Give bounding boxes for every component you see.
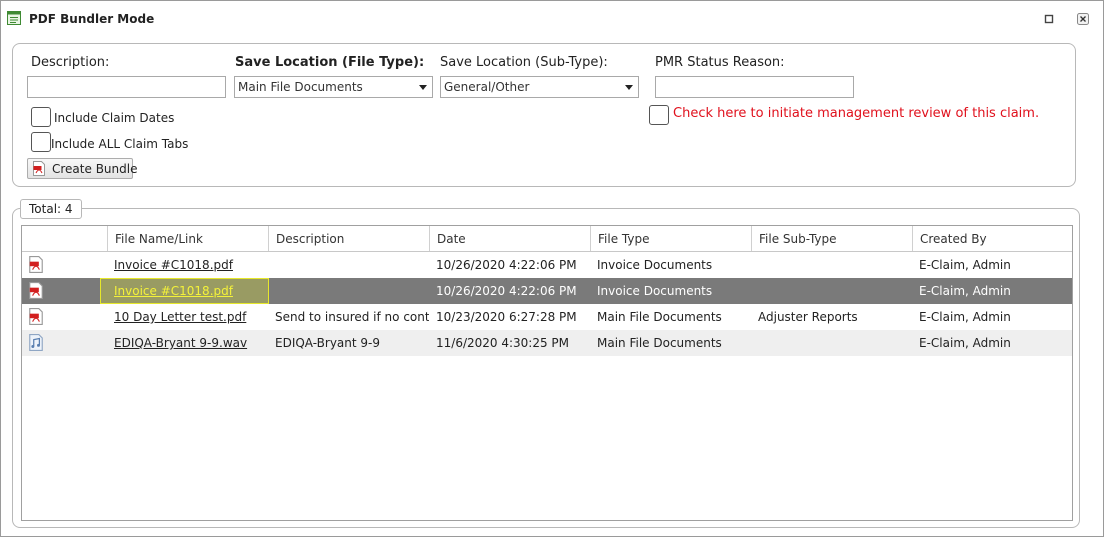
row-created-by: E-Claim, Admin bbox=[919, 310, 1011, 324]
pdf-icon bbox=[22, 304, 107, 330]
description-label: Description: bbox=[31, 55, 110, 70]
pdf-icon bbox=[22, 252, 107, 278]
file-link[interactable]: Invoice #C1018.pdf bbox=[114, 284, 233, 298]
column-header-file-type[interactable]: File Type bbox=[590, 226, 751, 251]
table-row[interactable]: 10 Day Letter test.pdf Send to insured i… bbox=[22, 304, 1072, 330]
table-row-selected[interactable]: Invoice #C1018.pdf 10/26/2020 4:22:06 PM… bbox=[22, 278, 1072, 304]
row-created-by: E-Claim, Admin bbox=[919, 258, 1011, 272]
include-all-claim-tabs-checkbox[interactable] bbox=[31, 132, 51, 152]
sub-type-select[interactable]: General/Other bbox=[440, 76, 639, 98]
row-sub-type bbox=[751, 330, 912, 356]
table-row[interactable]: Invoice #C1018.pdf 10/26/2020 4:22:06 PM… bbox=[22, 252, 1072, 278]
include-claim-dates-checkbox[interactable] bbox=[31, 107, 51, 127]
create-bundle-button[interactable]: Create Bundle bbox=[27, 158, 137, 179]
row-description bbox=[268, 278, 429, 304]
row-date: 10/26/2020 4:22:06 PM bbox=[436, 284, 577, 298]
row-description: Send to insured if no contact bbox=[275, 310, 429, 324]
form-window-icon bbox=[7, 11, 21, 25]
row-created-by: E-Claim, Admin bbox=[919, 336, 1011, 350]
column-header-file-name[interactable]: File Name/Link bbox=[107, 226, 268, 251]
row-description: EDIQA-Bryant 9-9 bbox=[275, 336, 380, 350]
row-file-type: Invoice Documents bbox=[597, 284, 713, 298]
file-type-value: Main File Documents bbox=[238, 80, 363, 94]
title-bar: PDF Bundler Mode bbox=[1, 1, 1103, 35]
file-link[interactable]: Invoice #C1018.pdf bbox=[114, 258, 233, 272]
column-header-created-by[interactable]: Created By bbox=[912, 226, 1072, 251]
file-link[interactable]: EDIQA-Bryant 9-9.wav bbox=[114, 336, 247, 350]
row-sub-type: Adjuster Reports bbox=[758, 310, 858, 324]
description-input[interactable] bbox=[27, 76, 226, 98]
pmr-status-input[interactable] bbox=[655, 76, 854, 98]
include-claim-dates-label: Include Claim Dates bbox=[54, 111, 175, 125]
grid-header: File Name/Link Description Date File Typ… bbox=[22, 226, 1072, 252]
row-date: 11/6/2020 4:30:25 PM bbox=[436, 336, 570, 350]
management-review-label: Check here to initiate management review… bbox=[673, 106, 1040, 121]
row-date: 10/26/2020 4:22:06 PM bbox=[436, 258, 577, 272]
audio-file-icon bbox=[22, 330, 107, 356]
management-review-checkbox[interactable] bbox=[649, 105, 669, 125]
chevron-down-icon bbox=[419, 85, 427, 90]
row-sub-type bbox=[751, 278, 912, 304]
pmr-status-label: PMR Status Reason: bbox=[655, 55, 785, 70]
create-bundle-label: Create Bundle bbox=[52, 162, 138, 176]
include-all-claim-tabs-label: Include ALL Claim Tabs bbox=[51, 137, 189, 151]
total-count: Total: 4 bbox=[20, 199, 82, 219]
pdf-bundler-window: PDF Bundler Mode Description: Save Locat… bbox=[0, 0, 1104, 537]
documents-grid: File Name/Link Description Date File Typ… bbox=[21, 225, 1073, 521]
maximize-icon[interactable] bbox=[1043, 13, 1055, 25]
row-created-by: E-Claim, Admin bbox=[919, 284, 1011, 298]
row-sub-type bbox=[751, 252, 912, 278]
row-file-type: Main File Documents bbox=[597, 336, 722, 350]
window-title: PDF Bundler Mode bbox=[29, 12, 155, 26]
pdf-icon bbox=[22, 278, 107, 304]
row-file-type: Main File Documents bbox=[597, 310, 722, 324]
file-type-label: Save Location (File Type): bbox=[235, 55, 425, 70]
sub-type-value: General/Other bbox=[444, 80, 530, 94]
close-icon[interactable] bbox=[1077, 13, 1089, 25]
column-header-date[interactable]: Date bbox=[429, 226, 590, 251]
table-row[interactable]: EDIQA-Bryant 9-9.wav EDIQA-Bryant 9-9 11… bbox=[22, 330, 1072, 356]
column-header-icon[interactable] bbox=[22, 226, 107, 251]
file-link[interactable]: 10 Day Letter test.pdf bbox=[114, 310, 246, 324]
file-type-select[interactable]: Main File Documents bbox=[234, 76, 433, 98]
column-header-file-sub-type[interactable]: File Sub-Type bbox=[751, 226, 912, 251]
pdf-icon bbox=[32, 161, 46, 179]
column-header-description[interactable]: Description bbox=[268, 226, 429, 251]
chevron-down-icon bbox=[625, 85, 633, 90]
row-file-type: Invoice Documents bbox=[597, 258, 713, 272]
row-date: 10/23/2020 6:27:28 PM bbox=[436, 310, 577, 324]
row-description bbox=[268, 252, 429, 278]
sub-type-label: Save Location (Sub-Type): bbox=[440, 55, 608, 70]
